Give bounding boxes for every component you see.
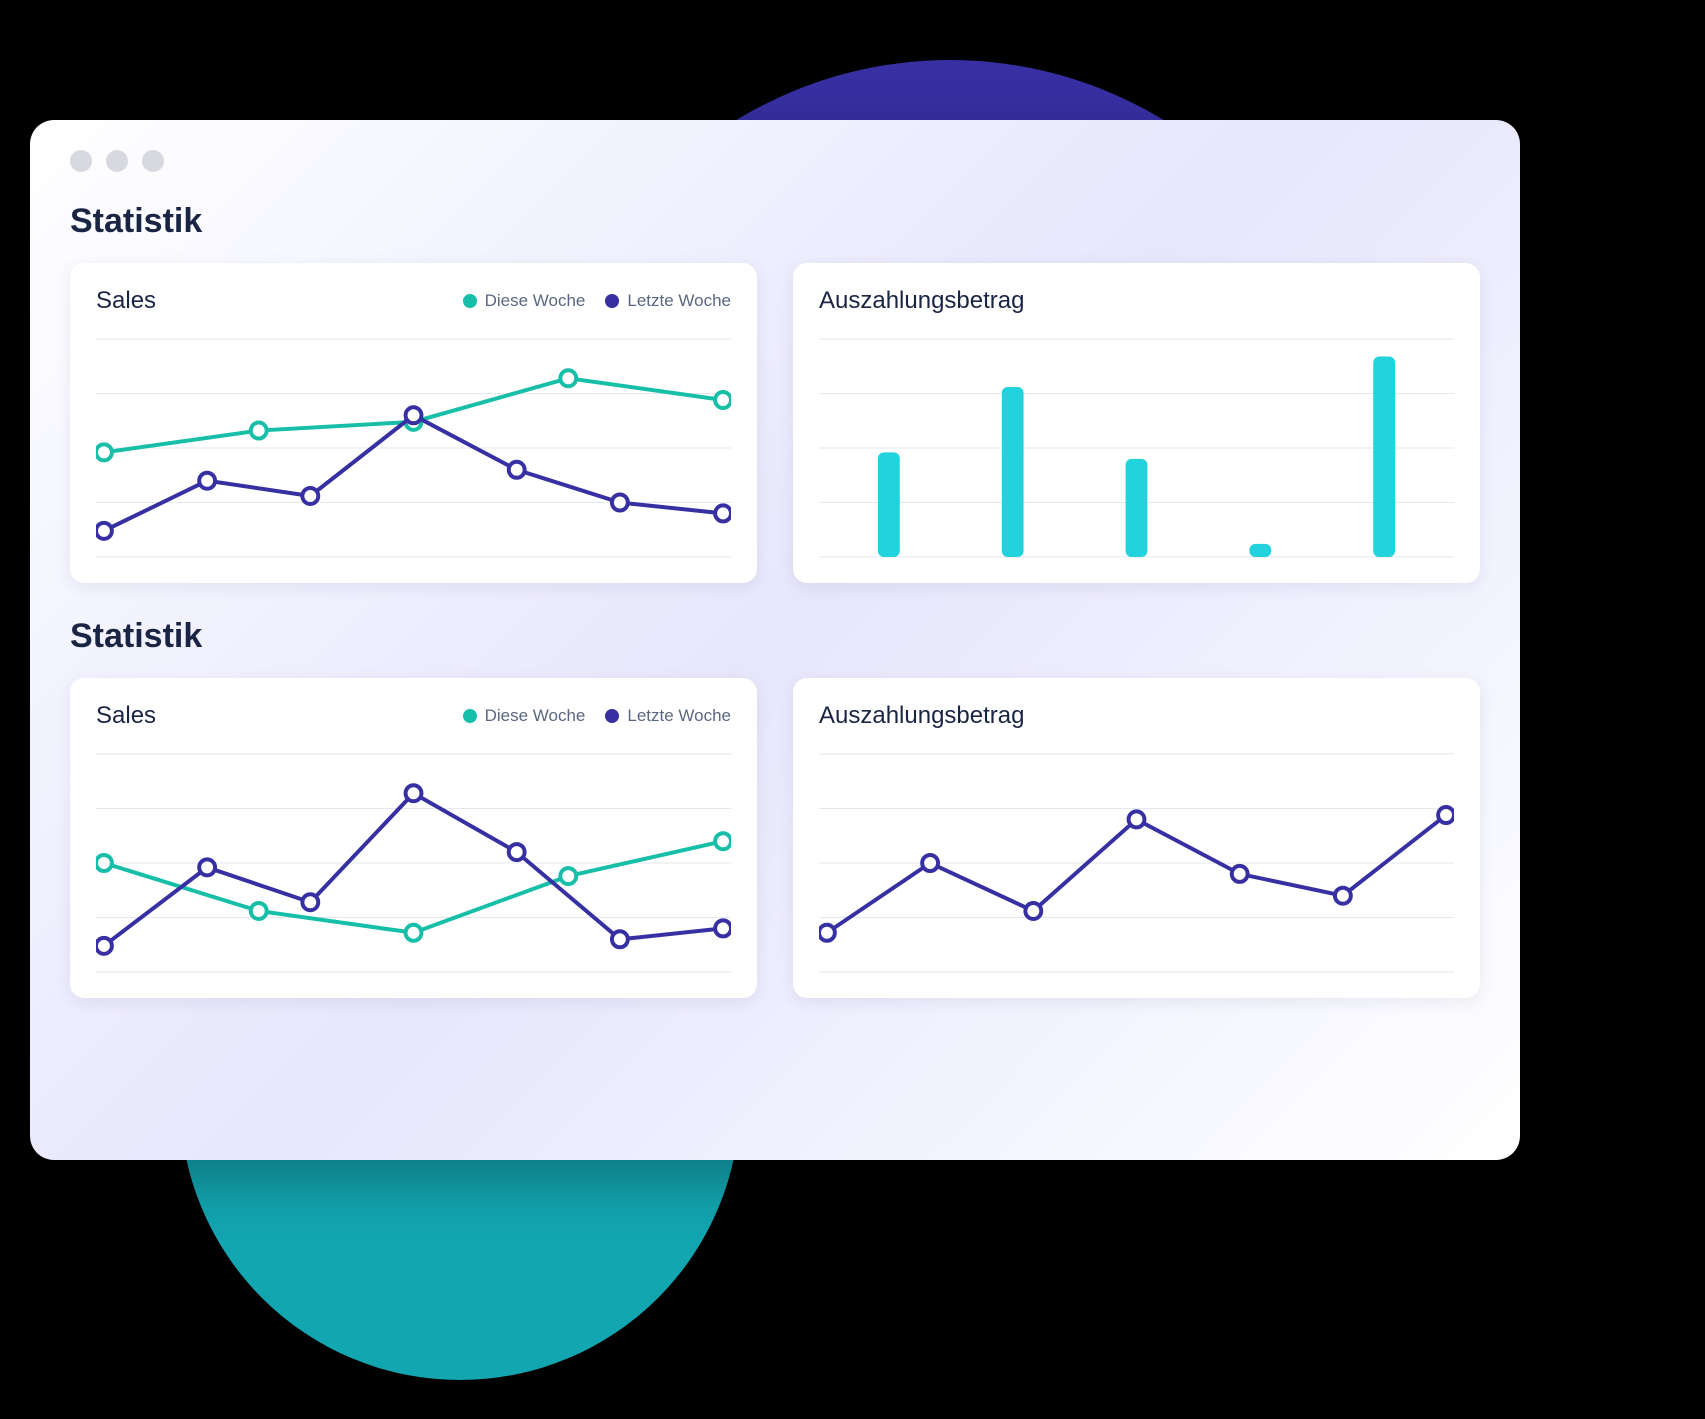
legend-item-this-week: Diese Woche: [463, 706, 586, 726]
legend-label: Letzte Woche: [627, 706, 731, 726]
card-header: Sales Diese Woche Letzte Woche: [96, 702, 731, 730]
window-dot[interactable]: [70, 150, 92, 172]
legend-label: Letzte Woche: [627, 291, 731, 311]
chart-row: Sales Diese Woche Letzte Woche Auszahlun…: [70, 678, 1480, 998]
card-header: Auszahlungsbetrag: [819, 287, 1454, 315]
legend-dot-icon: [605, 709, 619, 723]
sales-card: Sales Diese Woche Letzte Woche: [70, 678, 757, 998]
browser-window: Statistik Sales Diese Woche Letzte Woche: [30, 120, 1520, 1160]
window-dot[interactable]: [106, 150, 128, 172]
card-title: Sales: [96, 702, 156, 730]
payout-card: Auszahlungsbetrag: [793, 263, 1480, 583]
legend-label: Diese Woche: [485, 291, 586, 311]
section-title: Statistik: [70, 202, 1480, 241]
payout-card: Auszahlungsbetrag: [793, 678, 1480, 998]
legend-dot-icon: [463, 709, 477, 723]
card-title: Auszahlungsbetrag: [819, 287, 1024, 315]
window-dot[interactable]: [142, 150, 164, 172]
legend-item-last-week: Letzte Woche: [605, 291, 731, 311]
window-controls: [70, 150, 1480, 172]
section-title: Statistik: [70, 617, 1480, 656]
card-header: Auszahlungsbetrag: [819, 702, 1454, 730]
card-title: Sales: [96, 287, 156, 315]
sales-line-chart: [96, 333, 731, 563]
legend-dot-icon: [463, 294, 477, 308]
legend: Diese Woche Letzte Woche: [463, 291, 731, 311]
payout-bar-chart: [819, 333, 1454, 563]
legend-item-this-week: Diese Woche: [463, 291, 586, 311]
card-title: Auszahlungsbetrag: [819, 702, 1024, 730]
legend-dot-icon: [605, 294, 619, 308]
sales-card: Sales Diese Woche Letzte Woche: [70, 263, 757, 583]
legend: Diese Woche Letzte Woche: [463, 706, 731, 726]
sales-line-chart: [96, 748, 731, 978]
payout-line-chart: [819, 748, 1454, 978]
card-header: Sales Diese Woche Letzte Woche: [96, 287, 731, 315]
legend-label: Diese Woche: [485, 706, 586, 726]
legend-item-last-week: Letzte Woche: [605, 706, 731, 726]
chart-row: Sales Diese Woche Letzte Woche Auszahlun…: [70, 263, 1480, 583]
